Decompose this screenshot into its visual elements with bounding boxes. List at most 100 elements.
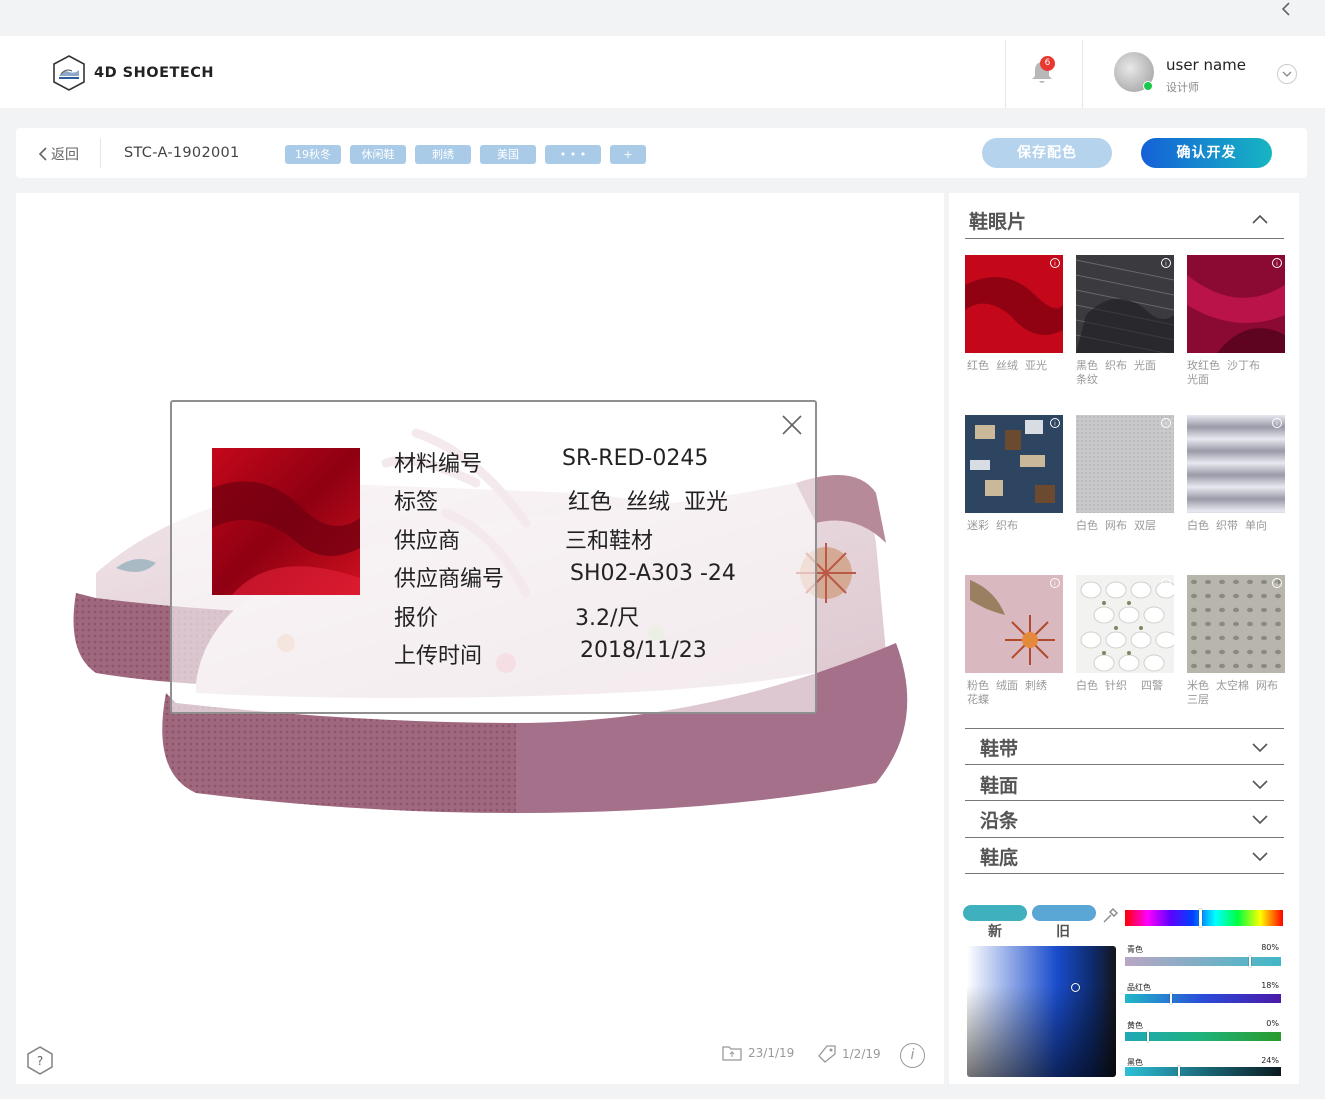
accordion-shoelace[interactable]: 鞋带 (980, 734, 1018, 761)
chevron-down-icon[interactable] (1251, 813, 1269, 825)
accordion-upper[interactable]: 鞋面 (980, 771, 1018, 798)
more-tags-button[interactable]: • • • (545, 145, 601, 164)
material-label: 迷彩 织布 (967, 519, 1018, 532)
popup-label: 报价 (394, 606, 439, 631)
cmyk-value: 18% (1261, 981, 1279, 990)
cmyk-label: 黄色 (1127, 1021, 1143, 1030)
material-swatch[interactable]: i (1076, 255, 1174, 353)
material-info-popup: 材料编号 SR-RED-0245 标签 红色 丝绒 亚光 供应商 三和鞋材 供应… (170, 400, 817, 714)
material-label: 白色 织带 单向 (1187, 519, 1267, 532)
slider-knob[interactable] (1178, 1066, 1180, 1077)
user-menu-dropdown[interactable] (1277, 64, 1297, 84)
chevron-down-icon[interactable] (1251, 850, 1269, 862)
slider-knob[interactable] (1249, 956, 1251, 967)
price-tag-icon (818, 1045, 836, 1063)
cmyk-label: 品红色 (1127, 983, 1151, 992)
folder-stat: 23/1/19 (722, 1045, 794, 1061)
cmyk-label: 青色 (1127, 945, 1143, 954)
notification-badge: 6 (1040, 56, 1055, 71)
new-color-label: 新 (988, 924, 1002, 940)
accordion-welt[interactable]: 沿条 (980, 806, 1018, 833)
hue-slider-knob[interactable] (1199, 909, 1202, 927)
section-divider (965, 728, 1284, 729)
section-divider (965, 800, 1284, 801)
yellow-slider[interactable] (1125, 1031, 1281, 1042)
cmyk-value: 80% (1261, 943, 1279, 952)
info-icon[interactable]: i (900, 1043, 925, 1068)
material-label: 红色 丝绒 亚光 (967, 359, 1047, 372)
svg-text:?: ? (37, 1054, 43, 1068)
material-panel: 鞋眼片 i i i 红色 丝绒 亚光 黑色 织布 光面 条纹 玫红色 沙丁布 光面 … (949, 193, 1299, 1084)
popup-label: 供应商编号 (394, 567, 505, 592)
chevron-down-icon[interactable] (1251, 778, 1269, 790)
header-divider (1082, 40, 1083, 108)
chevron-down-icon (1282, 71, 1292, 77)
material-label: 白色 网布 双层 (1076, 519, 1156, 532)
confirm-develop-button[interactable]: 确认开发 (1141, 138, 1272, 168)
popup-label: 上传时间 (394, 644, 483, 669)
back-button[interactable]: 返回 (38, 144, 79, 164)
collapse-chevron-icon[interactable] (1277, 0, 1297, 20)
save-colorway-button[interactable]: 保存配色 (982, 138, 1112, 168)
back-label: 返回 (51, 147, 79, 163)
tag-chip[interactable]: 美国 (480, 145, 536, 164)
popup-label: 材料编号 (394, 452, 483, 477)
popup-label: 供应商 (394, 529, 461, 554)
section-divider (965, 837, 1284, 838)
folder-stat-value: 23/1/19 (748, 1046, 795, 1060)
section-title: 鞋眼片 (969, 211, 1027, 233)
tag-stat: 1/2/19 (816, 1045, 881, 1063)
popup-label: 标签 (394, 490, 439, 515)
chevron-up-icon[interactable] (1251, 213, 1269, 225)
brand-logo[interactable]: 4D SHOETECH (52, 54, 214, 92)
popup-value: 3.2/尺 (575, 606, 640, 631)
folder-icon (722, 1046, 742, 1061)
logo-hexagon-icon (53, 55, 85, 91)
close-icon[interactable] (781, 414, 803, 436)
eyedropper-icon[interactable] (1101, 907, 1119, 925)
add-tag-button[interactable]: + (610, 145, 646, 164)
product-toolbar: 返回 STC-A-1902001 19秋冬 休闲鞋 刺绣 美国 • • • + … (16, 128, 1307, 178)
product-code: STC-A-1902001 (124, 145, 240, 161)
online-status-dot (1143, 81, 1153, 91)
hue-slider[interactable] (1125, 909, 1283, 927)
magenta-slider[interactable] (1125, 993, 1281, 1004)
tag-chip[interactable]: 19秋冬 (285, 145, 341, 164)
color-picker-knob[interactable] (1071, 983, 1080, 992)
section-divider (965, 873, 1284, 874)
user-name[interactable]: user name (1166, 56, 1246, 74)
popup-value: 2018/11/23 (580, 638, 707, 663)
material-swatch[interactable]: i (965, 415, 1063, 513)
chevron-down-icon[interactable] (1251, 741, 1269, 753)
cyan-slider[interactable] (1125, 956, 1281, 967)
tag-chip[interactable]: 休闲鞋 (350, 145, 406, 164)
popup-value: 三和鞋材 (565, 529, 654, 554)
slider-knob[interactable] (1170, 993, 1172, 1004)
material-swatch[interactable]: i (1076, 575, 1174, 673)
avatar[interactable] (1114, 52, 1154, 92)
material-swatch[interactable]: i (1187, 575, 1285, 673)
user-role: 设计师 (1166, 81, 1199, 94)
popup-value: 红色 丝绒 亚光 (568, 490, 728, 515)
material-swatch[interactable]: i (1187, 255, 1285, 353)
accordion-sole[interactable]: 鞋底 (980, 843, 1018, 870)
material-swatch[interactable]: i (965, 575, 1063, 673)
material-swatch[interactable]: i (1076, 415, 1174, 513)
help-icon[interactable]: ? (26, 1045, 54, 1075)
app-header: 4D SHOETECH 6 user name 设计师 (0, 36, 1325, 108)
header-divider (1005, 40, 1006, 108)
old-color-chip[interactable] (1032, 905, 1096, 921)
material-label: 粉色 绒面 刺绣 花蝶 (967, 679, 1047, 706)
material-swatch[interactable]: i (1187, 415, 1285, 513)
saturation-value-picker[interactable] (967, 946, 1116, 1077)
black-slider[interactable] (1125, 1066, 1281, 1077)
material-swatch[interactable]: i (965, 255, 1063, 353)
brand-name: 4D SHOETECH (94, 65, 215, 81)
section-divider (965, 238, 1284, 239)
slider-knob[interactable] (1147, 1031, 1149, 1042)
tag-list: 19秋冬 休闲鞋 刺绣 美国 • • • + (285, 145, 646, 164)
section-divider (965, 764, 1284, 765)
cmyk-value: 24% (1261, 1056, 1279, 1065)
new-color-chip[interactable] (963, 905, 1027, 921)
tag-chip[interactable]: 刺绣 (415, 145, 471, 164)
